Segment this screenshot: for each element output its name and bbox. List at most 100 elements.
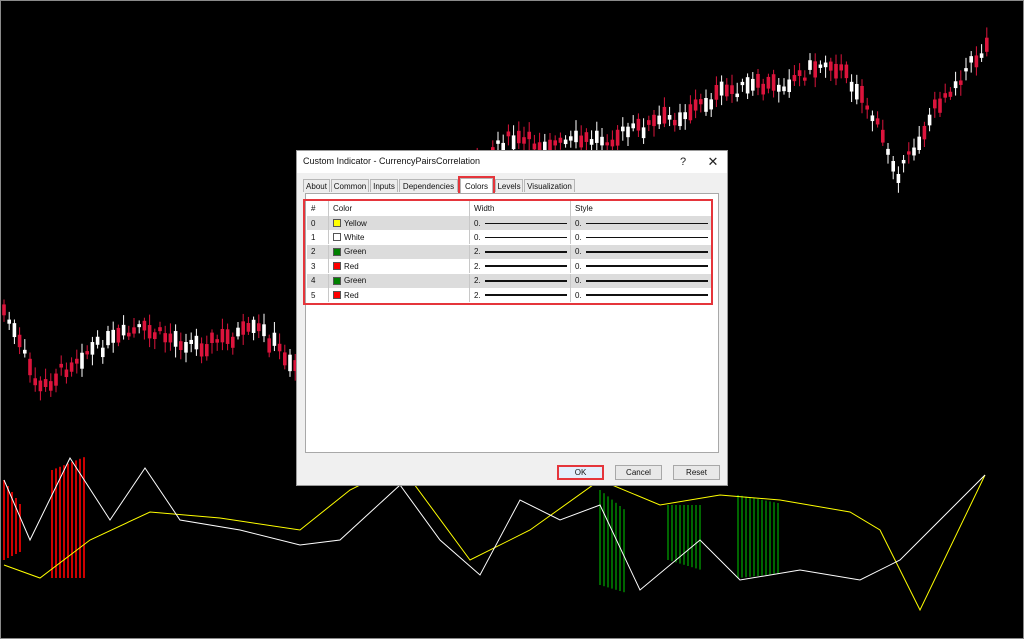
table-row[interactable]: 1 White 0. 0. xyxy=(307,230,713,245)
candle-body xyxy=(693,99,698,111)
width-cell[interactable]: 2. xyxy=(470,288,571,302)
reset-button[interactable]: Reset xyxy=(673,465,720,480)
candle-body xyxy=(517,130,521,144)
candle-body xyxy=(938,98,942,113)
candle-body xyxy=(584,132,589,142)
table-row[interactable]: 5 Red 2. 0. xyxy=(307,288,713,302)
candle-body xyxy=(699,99,703,105)
candle-body xyxy=(626,126,630,138)
candle-body xyxy=(283,352,287,366)
candle-body xyxy=(875,118,880,125)
candle-body xyxy=(75,358,79,364)
color-name: Red xyxy=(344,290,359,300)
style-cell[interactable]: 0. xyxy=(571,259,713,273)
row-index: 5 xyxy=(307,288,329,302)
candle-body xyxy=(132,327,136,334)
candle-body xyxy=(33,378,37,386)
candle-body xyxy=(251,319,256,333)
candle-body xyxy=(64,369,69,378)
candle-body xyxy=(106,331,110,346)
candle-body xyxy=(881,129,885,143)
color-name: Red xyxy=(344,261,359,271)
tab-dependencies[interactable]: Dependencies xyxy=(399,179,458,192)
style-value: 0. xyxy=(575,232,582,242)
style-cell[interactable]: 0. xyxy=(571,230,713,244)
tab-visualization[interactable]: Visualization xyxy=(524,179,575,192)
tab-common[interactable]: Common xyxy=(331,179,369,192)
candle-body xyxy=(647,120,651,125)
style-cell[interactable]: 0. xyxy=(571,245,713,259)
style-line-sample xyxy=(585,250,708,253)
color-swatch xyxy=(333,291,341,299)
style-line-sample xyxy=(585,222,708,224)
table-row[interactable]: 2 Green 2. 0. xyxy=(307,244,713,259)
row-index: 3 xyxy=(307,259,329,274)
candle-body xyxy=(751,78,755,91)
width-cell[interactable]: 2. xyxy=(470,244,571,259)
color-name: Green xyxy=(344,276,367,286)
candle-body xyxy=(808,60,812,70)
candle-body xyxy=(511,135,516,150)
candle-body xyxy=(829,61,833,71)
color-cell[interactable]: Green xyxy=(329,244,470,259)
style-cell[interactable]: 0. xyxy=(571,216,713,230)
colors-panel: # Color Width Style 0 Yellow 0. 0. 1 White 0. 0… xyxy=(305,193,719,453)
tab-colors[interactable]: Colors xyxy=(458,176,495,195)
candle-body xyxy=(558,137,563,143)
width-cell[interactable]: 0. xyxy=(470,216,571,230)
candle-body xyxy=(948,91,953,97)
candle-body xyxy=(766,76,771,89)
color-cell[interactable]: Yellow xyxy=(329,216,470,230)
width-line-sample xyxy=(484,279,567,282)
candle-body xyxy=(725,84,729,97)
candle-body xyxy=(621,126,625,132)
close-button[interactable]: ✕ xyxy=(699,152,727,172)
color-name: Yellow xyxy=(344,218,367,228)
color-cell[interactable]: Green xyxy=(329,273,470,288)
ok-button[interactable]: OK xyxy=(557,465,604,480)
tab-levels[interactable]: Levels xyxy=(495,179,523,192)
color-cell[interactable]: White xyxy=(329,230,470,245)
candle-body xyxy=(704,98,708,112)
table-row[interactable]: 3 Red 2. 0. xyxy=(307,259,713,274)
width-cell[interactable]: 0. xyxy=(470,230,571,245)
width-cell[interactable]: 2. xyxy=(470,273,571,288)
candle-body xyxy=(137,324,141,328)
tab-inputs[interactable]: Inputs xyxy=(370,179,398,192)
candle-body xyxy=(569,136,573,141)
candle-body xyxy=(730,85,734,95)
tab-about[interactable]: About xyxy=(303,179,330,192)
color-cell[interactable]: Red xyxy=(329,288,470,302)
candle-body xyxy=(158,327,162,332)
candle-body xyxy=(553,140,557,146)
width-cell[interactable]: 2. xyxy=(470,259,571,274)
candle-body xyxy=(678,112,682,127)
table-row[interactable]: 0 Yellow 0. 0. xyxy=(307,216,713,230)
candle-body xyxy=(927,114,932,126)
table-row[interactable]: 4 Green 2. 0. xyxy=(307,273,713,288)
candle-body xyxy=(974,55,979,68)
style-value: 0. xyxy=(575,247,582,257)
candle-body xyxy=(896,173,901,183)
candle-body xyxy=(225,329,230,344)
candle-body xyxy=(636,118,641,131)
candle-body xyxy=(912,147,916,156)
candle-body xyxy=(272,332,277,346)
color-cell[interactable]: Red xyxy=(329,259,470,274)
style-cell[interactable]: 0. xyxy=(571,274,713,288)
style-cell[interactable]: 0. xyxy=(571,288,713,302)
candle-body xyxy=(241,321,245,335)
header-index: # xyxy=(307,200,329,216)
style-line-sample xyxy=(585,294,708,296)
candle-body xyxy=(709,99,713,110)
candle-body xyxy=(745,77,750,94)
candle-body xyxy=(12,323,17,338)
style-value: 0. xyxy=(575,218,582,228)
candle-body xyxy=(90,342,95,355)
cancel-button[interactable]: Cancel xyxy=(615,465,662,480)
help-button[interactable]: ? xyxy=(669,152,697,172)
candle-body xyxy=(142,320,147,331)
candle-body xyxy=(953,81,958,89)
width-line-sample xyxy=(484,250,567,253)
candle-body xyxy=(777,84,781,92)
